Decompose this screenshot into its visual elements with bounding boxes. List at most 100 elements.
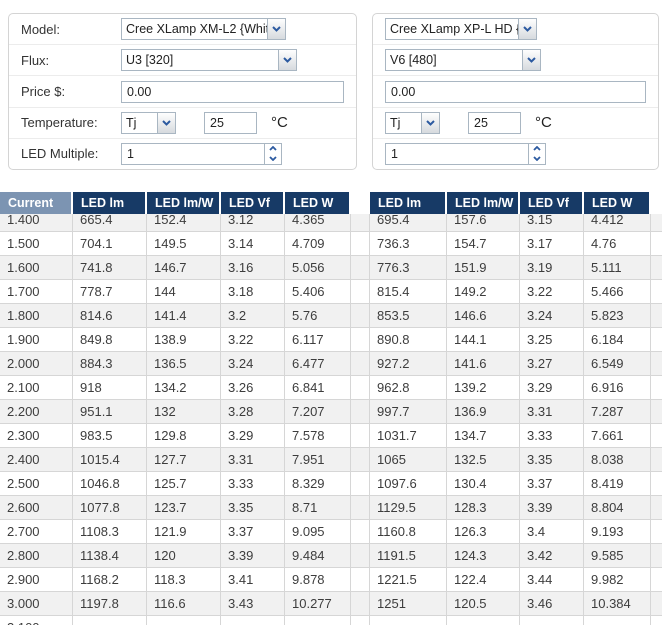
cell-current: 2.800 bbox=[0, 544, 73, 567]
price-input-right[interactable] bbox=[385, 81, 646, 103]
cell-led-w-right: 8.804 bbox=[584, 496, 651, 519]
cell-led-lm-left: 814.6 bbox=[73, 304, 147, 327]
cell-led-lm-w-right: 130.4 bbox=[447, 472, 520, 495]
cell-led-w-left: 8.71 bbox=[285, 496, 351, 519]
column-header-led-lm-right: LED lm bbox=[370, 192, 447, 214]
flux-select-right[interactable]: V6 [480] bbox=[385, 49, 541, 71]
table-row: 1.600741.8146.73.165.056776.3151.93.195.… bbox=[0, 256, 662, 280]
cell-led-lm-w-right: 157.6 bbox=[447, 214, 520, 231]
cell-led-lm-right: 1097.6 bbox=[370, 472, 447, 495]
cell-led-lm-left: 849.8 bbox=[73, 328, 147, 351]
led-multiple-input-left[interactable] bbox=[122, 144, 264, 164]
arrow-down-icon[interactable] bbox=[265, 154, 281, 164]
model-select-left[interactable]: Cree XLamp XM-L2 {Whit bbox=[121, 18, 286, 40]
cell-led-vf-left: 3.16 bbox=[221, 256, 285, 279]
cell-edge bbox=[651, 352, 662, 375]
cell-led-lm-w-left: 144 bbox=[147, 280, 221, 303]
table-row: 2.5001046.8125.73.338.3291097.6130.43.37… bbox=[0, 472, 662, 496]
temperature-input-right[interactable] bbox=[468, 112, 521, 134]
table-row: 2.8001138.41203.399.4841191.5124.33.429.… bbox=[0, 544, 662, 568]
header-edge-spacer bbox=[651, 192, 662, 214]
flux-select-left[interactable]: U3 [320] bbox=[121, 49, 297, 71]
table-row: 2.6001077.8123.73.358.711129.5128.33.398… bbox=[0, 496, 662, 520]
cell-led-lm-w-left: 134.2 bbox=[147, 376, 221, 399]
cell-led-w-right: 7.287 bbox=[584, 400, 651, 423]
cell-spacer bbox=[351, 424, 370, 447]
cell-spacer bbox=[351, 496, 370, 519]
table-row: 2.100918134.23.266.841962.8139.23.296.91… bbox=[0, 376, 662, 400]
cell-led-lm-w-right: 144.1 bbox=[447, 328, 520, 351]
cell-led-vf-right: 3.15 bbox=[520, 214, 584, 231]
cell-led-lm-w-left: 138.9 bbox=[147, 328, 221, 351]
model-select-right[interactable]: Cree XLamp XP-L HD {W bbox=[385, 18, 537, 40]
arrow-down-icon[interactable] bbox=[529, 154, 545, 164]
cell-led-lm-w-right: 151.9 bbox=[447, 256, 520, 279]
chevron-down-icon[interactable] bbox=[278, 50, 296, 70]
chevron-down-icon[interactable] bbox=[522, 50, 540, 70]
chevron-down-icon[interactable] bbox=[421, 113, 439, 133]
model-select-left-value: Cree XLamp XM-L2 {Whit bbox=[122, 19, 267, 39]
led-multiple-stepper-right[interactable] bbox=[385, 143, 546, 165]
temperature-mode-select-left[interactable]: Tj bbox=[121, 112, 176, 134]
column-header-led-w-left: LED W bbox=[285, 192, 351, 214]
stepper-buttons bbox=[528, 144, 545, 164]
cell-led-lm-right: 890.8 bbox=[370, 328, 447, 351]
cell-led-vf-left: 3.31 bbox=[221, 448, 285, 471]
price-input-left[interactable] bbox=[121, 81, 344, 103]
cell-led-lm-w-left: 125.7 bbox=[147, 472, 221, 495]
led-multiple-stepper-left[interactable] bbox=[121, 143, 282, 165]
cell-led-w-left: 10.277 bbox=[285, 592, 351, 615]
cell-led-lm-left: 665.4 bbox=[73, 214, 147, 231]
cell-edge bbox=[651, 214, 662, 231]
table-scroll-viewport[interactable]: 1.400665.4152.43.124.365695.4157.63.154.… bbox=[0, 214, 662, 625]
temperature-unit-left: °C bbox=[271, 114, 288, 131]
cell-led-w-right: 6.184 bbox=[584, 328, 651, 351]
temperature-input-left[interactable] bbox=[204, 112, 257, 134]
temperature-mode-select-right[interactable]: Tj bbox=[385, 112, 440, 134]
arrow-up-icon[interactable] bbox=[529, 144, 545, 154]
cell-led-vf-right: 3.17 bbox=[520, 232, 584, 255]
cell-led-lm-right: 962.8 bbox=[370, 376, 447, 399]
cell-spacer bbox=[351, 592, 370, 615]
temperature-mode-left-value: Tj bbox=[122, 113, 157, 133]
cell-led-lm-w-left: 141.4 bbox=[147, 304, 221, 327]
cell-edge bbox=[651, 232, 662, 255]
cell-current: 3.100 bbox=[0, 616, 73, 625]
cell-current: 2.200 bbox=[0, 400, 73, 423]
cell-edge bbox=[651, 376, 662, 399]
chevron-down-icon[interactable] bbox=[157, 113, 175, 133]
cell-led-lm-right: 1031.7 bbox=[370, 424, 447, 447]
cell-led-vf-right: 3.24 bbox=[520, 304, 584, 327]
led-multiple-input-right[interactable] bbox=[386, 144, 528, 164]
cell-current: 1.400 bbox=[0, 214, 73, 231]
column-header-led-lm-left: LED lm bbox=[73, 192, 147, 214]
cell-led-lm-w-left: 132 bbox=[147, 400, 221, 423]
cell-current: 2.400 bbox=[0, 448, 73, 471]
cell-led-vf-right bbox=[520, 616, 584, 625]
arrow-up-icon[interactable] bbox=[265, 144, 281, 154]
column-header-led-w-right: LED W bbox=[584, 192, 651, 214]
cell-edge bbox=[651, 256, 662, 279]
cell-led-lm-w-right: 122.4 bbox=[447, 568, 520, 591]
cell-current: 2.600 bbox=[0, 496, 73, 519]
cell-spacer bbox=[351, 544, 370, 567]
cell-led-lm-left: 1168.2 bbox=[73, 568, 147, 591]
table-row: 2.300983.5129.83.297.5781031.7134.73.337… bbox=[0, 424, 662, 448]
cell-led-lm-w-left: 121.9 bbox=[147, 520, 221, 543]
table-header-row: CurrentLED lmLED lm/WLED VfLED WLED lmLE… bbox=[0, 192, 662, 214]
cell-edge bbox=[651, 304, 662, 327]
cell-led-w-left: 7.951 bbox=[285, 448, 351, 471]
model-row-right: Cree XLamp XP-L HD {W bbox=[373, 14, 658, 45]
cell-led-vf-left: 3.14 bbox=[221, 232, 285, 255]
cell-led-w-left: 9.095 bbox=[285, 520, 351, 543]
cell-led-w-left: 9.878 bbox=[285, 568, 351, 591]
cell-current: 1.700 bbox=[0, 280, 73, 303]
chevron-down-icon[interactable] bbox=[518, 19, 536, 39]
cell-led-lm-right: 776.3 bbox=[370, 256, 447, 279]
cell-led-w-left: 8.329 bbox=[285, 472, 351, 495]
led-multiple-label: LED Multiple: bbox=[21, 146, 121, 161]
cell-led-vf-right: 3.19 bbox=[520, 256, 584, 279]
table-row: 2.7001108.3121.93.379.0951160.8126.33.49… bbox=[0, 520, 662, 544]
chevron-down-icon[interactable] bbox=[267, 19, 285, 39]
cell-led-vf-right: 3.25 bbox=[520, 328, 584, 351]
